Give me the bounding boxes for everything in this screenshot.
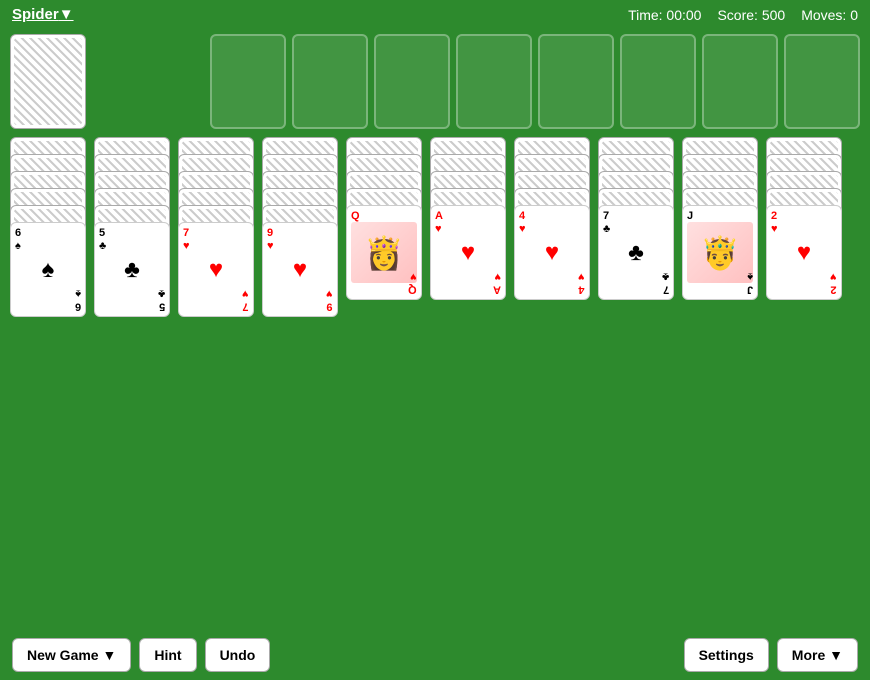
title-dropdown-icon: ▼ bbox=[59, 6, 74, 23]
card-rank-bottom: 4 ♥ bbox=[578, 269, 585, 295]
face-up-card[interactable]: 7 ♣♣7 ♣ bbox=[598, 205, 674, 300]
completed-pile-1 bbox=[210, 34, 286, 129]
columns-area: 6 ♠♠6 ♠5 ♣♣5 ♣7 ♥♥7 ♥9 ♥♥9 ♥Q ♥👸Q ♥A ♥♥A… bbox=[10, 137, 860, 317]
card-rank-bottom: 7 ♥ bbox=[242, 286, 249, 312]
new-game-button[interactable]: New Game ▼ bbox=[12, 638, 131, 672]
column-6[interactable]: 4 ♥♥4 ♥ bbox=[514, 137, 592, 300]
face-up-card[interactable]: 2 ♥♥2 ♥ bbox=[766, 205, 842, 300]
card-suit-center: ♥ bbox=[293, 256, 307, 284]
column-0[interactable]: 6 ♠♠6 ♠ bbox=[10, 137, 88, 317]
card-suit-center: ♥ bbox=[545, 239, 559, 267]
card-rank-bottom: 2 ♥ bbox=[830, 269, 837, 295]
new-game-label: New Game bbox=[27, 647, 99, 663]
completed-pile-3 bbox=[374, 34, 450, 129]
completed-pile-7 bbox=[702, 34, 778, 129]
time-display: Time: 00:00 bbox=[628, 7, 701, 23]
face-up-card[interactable]: J ♠🤴J ♠ bbox=[682, 205, 758, 300]
card-rank-bottom: 7 ♣ bbox=[662, 269, 669, 295]
title-text: Spider bbox=[12, 6, 59, 23]
stock-pile[interactable] bbox=[10, 34, 86, 129]
face-up-card[interactable]: 9 ♥♥9 ♥ bbox=[262, 222, 338, 317]
column-3[interactable]: 9 ♥♥9 ♥ bbox=[262, 137, 340, 317]
column-2[interactable]: 7 ♥♥7 ♥ bbox=[178, 137, 256, 317]
card-rank-bottom: A ♥ bbox=[493, 269, 501, 295]
more-icon: ▼ bbox=[829, 647, 843, 663]
completed-pile-2 bbox=[292, 34, 368, 129]
undo-button[interactable]: Undo bbox=[205, 638, 271, 672]
game-title[interactable]: Spider▼ bbox=[12, 6, 74, 23]
card-suit-center: ♥ bbox=[209, 256, 223, 284]
card-rank-bottom: J ♠ bbox=[747, 269, 753, 295]
card-suit-center: ♣ bbox=[124, 256, 140, 284]
completed-pile-5 bbox=[538, 34, 614, 129]
card-rank-bottom: 5 ♣ bbox=[158, 286, 165, 312]
column-1[interactable]: 5 ♣♣5 ♣ bbox=[94, 137, 172, 317]
column-7[interactable]: 7 ♣♣7 ♣ bbox=[598, 137, 676, 300]
completed-pile-4 bbox=[456, 34, 532, 129]
card-suit-center: ♥ bbox=[461, 239, 475, 267]
more-button[interactable]: More ▼ bbox=[777, 638, 858, 672]
face-up-card[interactable]: 6 ♠♠6 ♠ bbox=[10, 222, 86, 317]
face-card-artwork: 🤴 bbox=[687, 222, 753, 283]
card-suit-center: ♠ bbox=[42, 256, 55, 284]
card-rank-bottom: Q ♥ bbox=[408, 269, 417, 295]
card-rank-bottom: 9 ♥ bbox=[326, 286, 333, 312]
column-9[interactable]: 2 ♥♥2 ♥ bbox=[766, 137, 844, 300]
more-label: More bbox=[792, 647, 825, 663]
card-suit-center: ♣ bbox=[628, 239, 644, 267]
settings-button[interactable]: Settings bbox=[684, 638, 769, 672]
column-5[interactable]: A ♥♥A ♥ bbox=[430, 137, 508, 300]
settings-label: Settings bbox=[699, 647, 754, 663]
undo-label: Undo bbox=[220, 647, 256, 663]
completed-piles bbox=[210, 34, 860, 129]
moves-display: Moves: 0 bbox=[801, 7, 858, 23]
face-up-card[interactable]: 4 ♥♥4 ♥ bbox=[514, 205, 590, 300]
hint-button[interactable]: Hint bbox=[139, 638, 196, 672]
card-suit-center: ♥ bbox=[797, 239, 811, 267]
face-up-card[interactable]: Q ♥👸Q ♥ bbox=[346, 205, 422, 300]
hint-label: Hint bbox=[154, 647, 181, 663]
face-up-card[interactable]: 7 ♥♥7 ♥ bbox=[178, 222, 254, 317]
completed-pile-6 bbox=[620, 34, 696, 129]
column-8[interactable]: J ♠🤴J ♠ bbox=[682, 137, 760, 300]
face-up-card[interactable]: 5 ♣♣5 ♣ bbox=[94, 222, 170, 317]
completed-pile-8 bbox=[784, 34, 860, 129]
toolbar: New Game ▼ Hint Undo Settings More ▼ bbox=[0, 630, 870, 680]
score-display: Score: 500 bbox=[717, 7, 785, 23]
new-game-icon: ▼ bbox=[102, 647, 116, 663]
card-rank-bottom: 6 ♠ bbox=[75, 286, 81, 312]
face-up-card[interactable]: A ♥♥A ♥ bbox=[430, 205, 506, 300]
column-4[interactable]: Q ♥👸Q ♥ bbox=[346, 137, 424, 300]
